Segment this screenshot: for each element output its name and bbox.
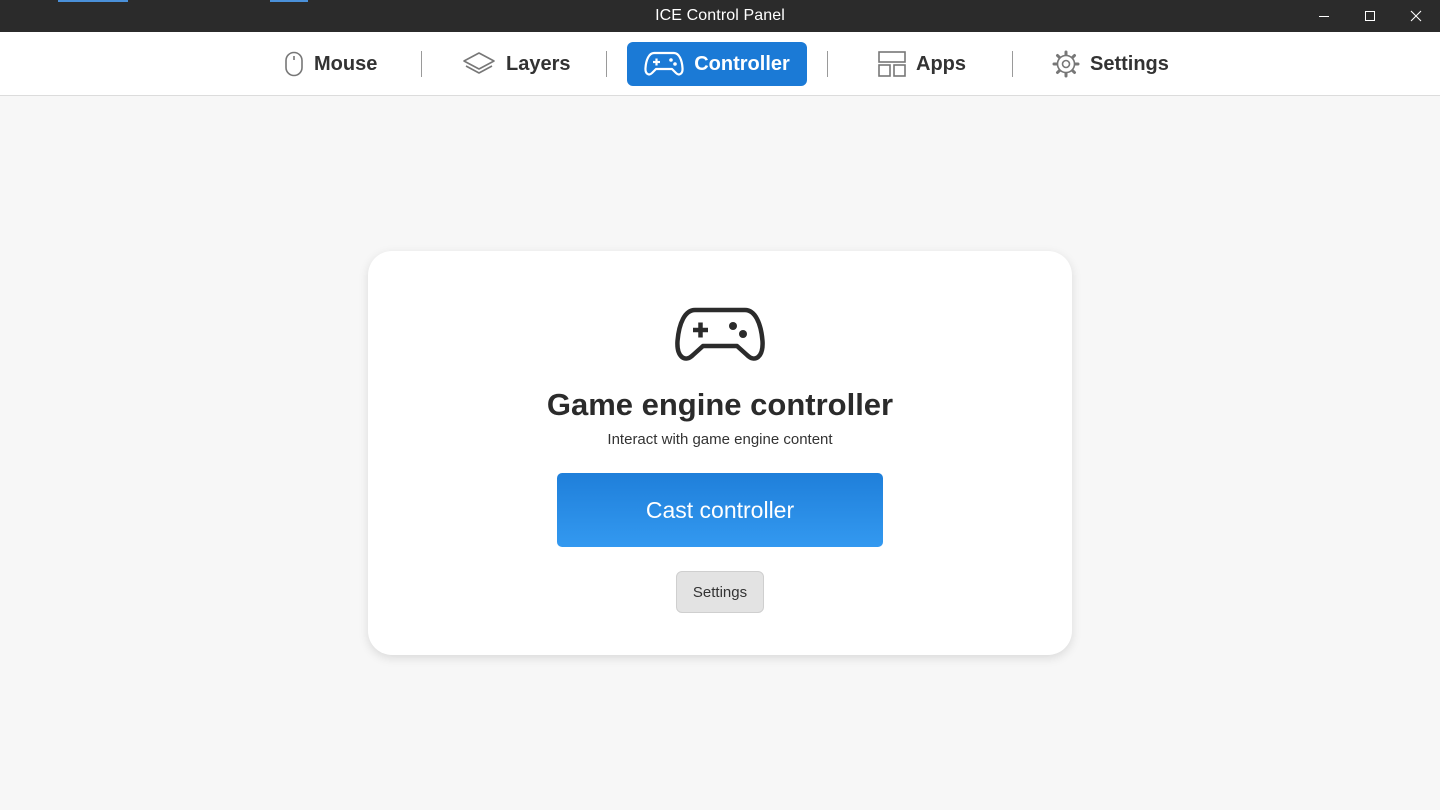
- maximize-icon: [1365, 11, 1375, 21]
- tab-apps[interactable]: Apps: [858, 42, 986, 86]
- card-title: Game engine controller: [546, 387, 894, 422]
- tab-controller[interactable]: Controller: [627, 42, 807, 86]
- tab-settings[interactable]: Settings: [1032, 42, 1189, 86]
- nav-divider: [827, 51, 828, 77]
- tab-label: Controller: [694, 52, 790, 75]
- gear-icon: [1052, 50, 1080, 78]
- card-subtitle: Interact with game engine content: [607, 431, 833, 448]
- tab-label: Settings: [1090, 52, 1169, 75]
- apps-grid-icon: [878, 51, 906, 77]
- tab-layers[interactable]: Layers: [442, 42, 591, 86]
- window-title: ICE Control Panel: [655, 7, 785, 24]
- gamepad-icon: [644, 50, 684, 78]
- titlebar-accent: [58, 0, 128, 2]
- nav-divider: [421, 51, 422, 77]
- tab-label: Mouse: [314, 52, 378, 75]
- controller-card: Game engine controller Interact with gam…: [368, 251, 1072, 655]
- cast-controller-button[interactable]: Cast controller: [557, 473, 883, 547]
- titlebar-accent: [270, 0, 308, 2]
- mouse-icon: [284, 51, 304, 77]
- nav-divider: [606, 51, 607, 77]
- maximize-button[interactable]: [1347, 0, 1393, 32]
- gamepad-icon: [673, 305, 767, 372]
- minimize-icon: [1319, 16, 1329, 17]
- nav-divider: [1012, 51, 1013, 77]
- nav-bar: Mouse Layers Controller Apps Settings: [0, 32, 1440, 96]
- minimize-button[interactable]: [1301, 0, 1347, 32]
- tab-label: Layers: [506, 52, 571, 75]
- title-bar: ICE Control Panel: [0, 0, 1440, 32]
- layers-icon: [462, 50, 496, 78]
- controller-settings-button[interactable]: Settings: [676, 571, 764, 613]
- close-button[interactable]: [1393, 0, 1439, 32]
- tab-label: Apps: [916, 52, 966, 75]
- close-icon: [1410, 10, 1422, 22]
- tab-mouse[interactable]: Mouse: [264, 42, 397, 86]
